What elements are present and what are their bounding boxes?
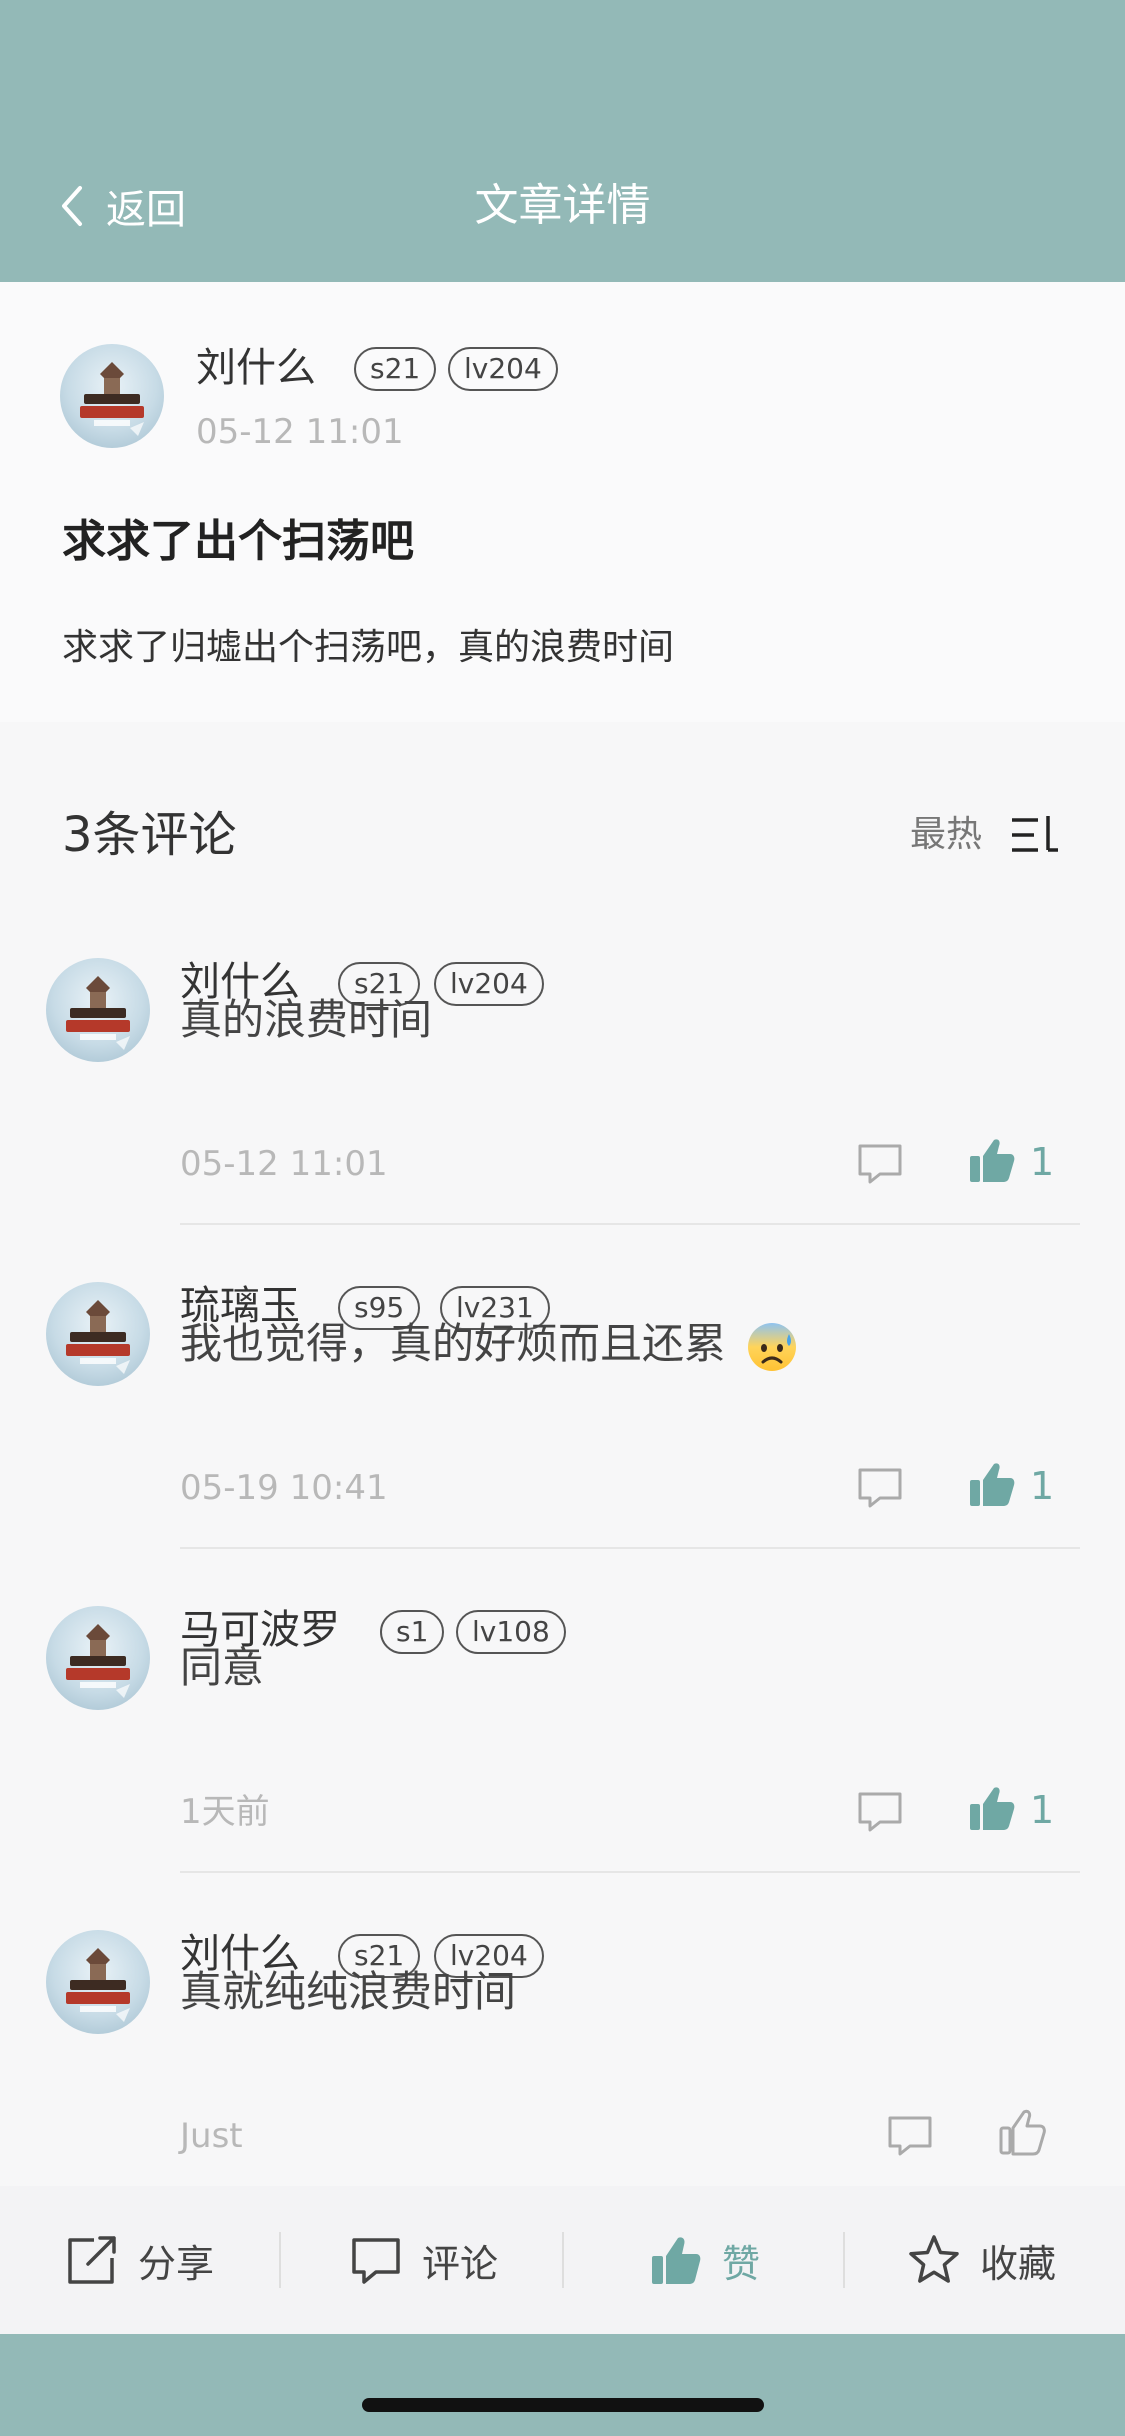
author-name[interactable]: 刘什么 <box>196 340 316 396</box>
comment-icon <box>352 2238 400 2284</box>
comments-count: 3条评论 <box>62 807 237 863</box>
reply-icon[interactable] <box>886 2112 934 2160</box>
avatar[interactable] <box>46 1930 150 2034</box>
comment-text: 真的浪费时间 <box>180 995 433 1044</box>
article-card: 刘什么 s21 lv204 05-12 11:01 求求了出个扫荡吧 求求了归墟… <box>0 282 1125 722</box>
status-bar <box>0 0 1125 130</box>
comment-button[interactable]: 评论 <box>350 2186 498 2334</box>
separator <box>843 2232 845 2288</box>
level-badge: lv108 <box>456 1610 566 1654</box>
nav-bar: 返回 文章详情 <box>0 130 1125 282</box>
game-logo-avatar-icon <box>80 362 144 436</box>
comment-label: 评论 <box>422 2241 499 2286</box>
sort-icon[interactable] <box>1010 810 1060 860</box>
sort-button[interactable]: 最热 <box>910 810 982 860</box>
like-count: 1 <box>1030 1788 1055 1832</box>
comment-item: 刘什么 s21 lv204 真的浪费时间 05-12 11:01 1 <box>0 900 1125 1225</box>
reply-icon[interactable] <box>856 1788 904 1836</box>
like-count: 1 <box>1030 1464 1055 1508</box>
favorite-label: 收藏 <box>980 2241 1057 2286</box>
favorite-button[interactable]: 收藏 <box>908 2186 1056 2334</box>
separator <box>562 2232 564 2288</box>
server-badge: s1 <box>380 1610 445 1654</box>
comment-text: 同意 <box>180 1643 265 1692</box>
game-logo-avatar-icon <box>66 1948 130 2022</box>
post-time: 05-12 11:01 <box>196 412 404 452</box>
comment-time: 05-12 11:01 <box>180 1144 388 1184</box>
share-label: 分享 <box>138 2241 215 2286</box>
share-icon <box>68 2236 116 2284</box>
thumbs-up-icon <box>652 2237 701 2284</box>
thumbs-up-icon[interactable] <box>968 1784 1016 1832</box>
like-button[interactable]: 赞 <box>650 2186 760 2334</box>
avatar[interactable] <box>60 344 164 448</box>
avatar[interactable] <box>46 958 150 1062</box>
avatar[interactable] <box>46 1606 150 1710</box>
game-logo-avatar-icon <box>66 1300 130 1374</box>
comment-time: 1天前 <box>180 1792 270 1832</box>
avatar[interactable] <box>46 1282 150 1386</box>
thumbs-up-outline-icon[interactable] <box>998 2108 1046 2156</box>
home-indicator[interactable] <box>362 2398 764 2412</box>
comment-item: 刘什么 s21 lv204 真就纯纯浪费时间 Just <box>0 1872 1125 2186</box>
anxious-sweat-emoji-icon <box>748 1322 797 1371</box>
article-body: 求求了归墟出个扫荡吧，真的浪费时间 <box>62 627 675 668</box>
server-badge: s21 <box>354 347 437 391</box>
page-title: 文章详情 <box>474 180 651 231</box>
level-badge: lv204 <box>448 347 558 391</box>
game-logo-avatar-icon <box>66 1624 130 1698</box>
like-label: 赞 <box>722 2241 761 2286</box>
comment-time: 05-19 10:41 <box>180 1468 388 1508</box>
thumbs-up-icon[interactable] <box>968 1460 1016 1508</box>
comment-text: 真就纯纯浪费时间 <box>180 1967 517 2016</box>
thumbs-up-icon[interactable] <box>968 1136 1016 1184</box>
reply-icon[interactable] <box>856 1140 904 1188</box>
comment-time: Just <box>180 2116 243 2156</box>
bottom-action-bar: 分享 评论 赞 收藏 <box>0 2186 1125 2334</box>
comment-item: 琉璃玉 s95 lv231 我也觉得，真的好烦而且还累 05-19 10:41 … <box>0 1224 1125 1549</box>
comment-text: 我也觉得，真的好烦而且还累 <box>180 1314 799 1374</box>
like-count: 1 <box>1030 1140 1055 1184</box>
article-title: 求求了出个扫荡吧 <box>62 516 414 567</box>
level-badge: lv204 <box>434 962 544 1006</box>
star-icon <box>909 2235 959 2283</box>
game-logo-avatar-icon <box>66 976 130 1050</box>
share-button[interactable]: 分享 <box>66 2186 214 2334</box>
reply-icon[interactable] <box>856 1464 904 1512</box>
home-indicator-area <box>0 2334 1125 2436</box>
comment-item: 马可波罗 s1 lv108 同意 1天前 1 <box>0 1548 1125 1873</box>
separator <box>279 2232 281 2288</box>
